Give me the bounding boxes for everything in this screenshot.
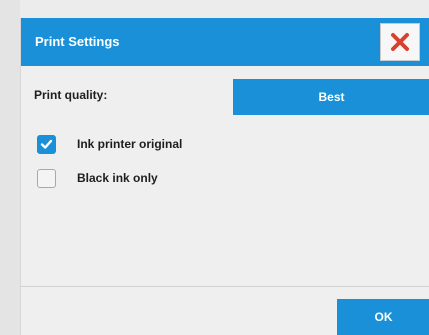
checkmark-icon	[40, 139, 53, 149]
background-panel	[0, 0, 20, 335]
black-ink-only-label: Black ink only	[77, 171, 158, 185]
dialog-titlebar: Print Settings	[21, 18, 429, 66]
black-ink-only-checkbox[interactable]	[37, 169, 56, 188]
ink-printer-original-label: Ink printer original	[77, 137, 183, 151]
print-settings-dialog: Print Settings Print quality: Best Ink p…	[20, 18, 429, 335]
footer-divider	[21, 286, 429, 287]
ok-button[interactable]: OK	[337, 299, 429, 335]
dialog-title: Print Settings	[35, 34, 120, 49]
print-quality-label: Print quality:	[34, 88, 108, 102]
close-button[interactable]	[380, 23, 420, 61]
print-quality-select[interactable]: Best	[233, 79, 429, 115]
ink-printer-original-checkbox[interactable]	[37, 135, 56, 154]
close-x-icon	[391, 33, 409, 51]
screen: Print Settings Print quality: Best Ink p…	[0, 0, 429, 335]
